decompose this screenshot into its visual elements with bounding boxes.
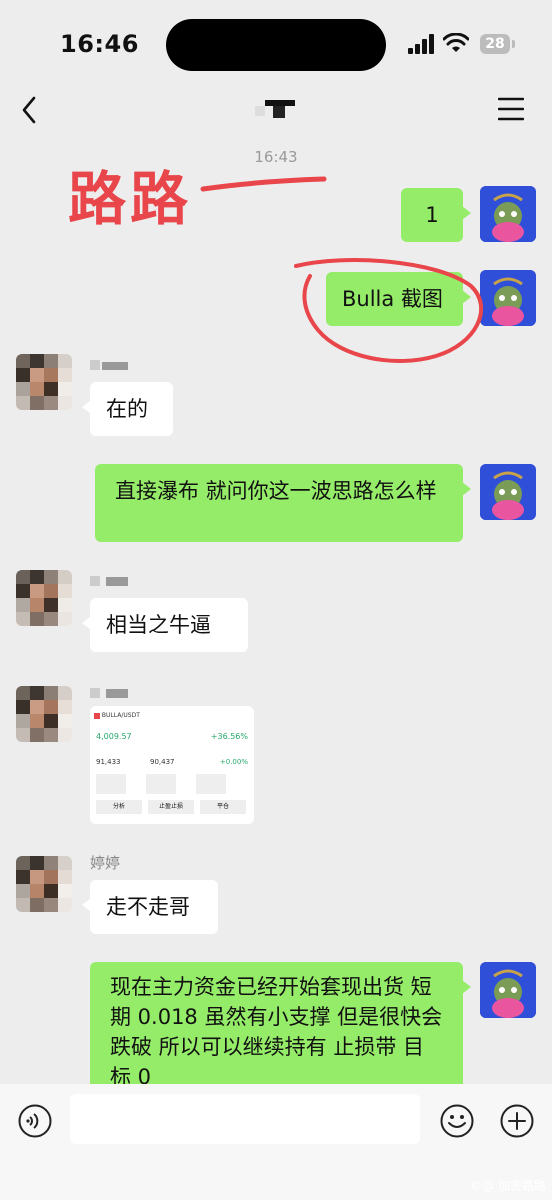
wifi-icon xyxy=(443,33,469,52)
message-bubble-other[interactable]: 走不走哥 xyxy=(82,880,218,934)
watermark: ©@ 加密路路 xyxy=(470,1179,546,1193)
image-card-pair: BULLA/USDT xyxy=(101,712,140,719)
sender-name-mosaic xyxy=(90,576,128,586)
message-text: 相当之牛逼 xyxy=(106,613,211,637)
chat-title-mosaic xyxy=(255,100,295,118)
chevron-left-icon[interactable] xyxy=(18,94,40,126)
sender-name: 婷婷 xyxy=(90,854,121,872)
frog-avatar-icon xyxy=(480,186,536,242)
message-text: 直接瀑布 就问你这一波思路怎么样 xyxy=(115,479,437,503)
image-card-button: 止盈止损 xyxy=(148,800,194,814)
nav-bar xyxy=(0,88,552,128)
contact-avatar[interactable] xyxy=(16,686,72,742)
emoji-icon[interactable] xyxy=(440,1104,474,1138)
frog-avatar-icon xyxy=(480,464,536,520)
image-card-cell: 90,437 xyxy=(150,758,175,766)
my-avatar[interactable] xyxy=(480,186,536,242)
image-card-value: 4,009.57 xyxy=(96,732,132,741)
message-text: 在的 xyxy=(106,397,148,421)
sender-name-mosaic xyxy=(90,360,128,370)
sender-name-mosaic xyxy=(90,688,128,698)
image-card-cell: +0.00% xyxy=(219,758,248,766)
image-card-button: 分析 xyxy=(96,800,142,814)
contact-avatar[interactable] xyxy=(16,354,72,410)
image-card-rows xyxy=(96,774,246,794)
plus-icon[interactable] xyxy=(500,1104,534,1138)
battery-tip xyxy=(512,40,515,48)
annotation-text: 路路 xyxy=(68,165,193,233)
contact-avatar[interactable] xyxy=(16,570,72,626)
battery-icon: 28 xyxy=(480,34,510,54)
message-text: 1 xyxy=(425,203,439,227)
image-card-button: 平仓 xyxy=(200,800,246,814)
image-card-pnl: +36.56% xyxy=(210,732,248,741)
message-text: 现在主力资金已经开始套现出货 短期 0.018 虽然有小支撑 但是很快会跌破 所… xyxy=(110,975,443,1089)
message-bubble-me[interactable]: 直接瀑布 就问你这一波思路怎么样 xyxy=(95,464,471,542)
frog-avatar-icon xyxy=(480,962,536,1018)
message-input[interactable] xyxy=(70,1094,420,1144)
annotation-circle xyxy=(294,258,484,363)
status-time: 16:46 xyxy=(60,30,139,58)
message-text: 走不走哥 xyxy=(106,895,190,919)
annotation-stroke xyxy=(200,176,327,192)
message-bubble-me[interactable]: 现在主力资金已经开始套现出货 短期 0.018 虽然有小支撑 但是很快会跌破 所… xyxy=(90,962,471,1102)
image-card-header: BULLA/USDT xyxy=(94,712,140,719)
message-bubble-me[interactable]: 1 xyxy=(401,188,471,242)
my-avatar[interactable] xyxy=(480,464,536,520)
cellular-signal-icon xyxy=(408,34,434,54)
input-bar: ©@ 加密路路 xyxy=(0,1084,552,1200)
message-bubble-other[interactable]: 在的 xyxy=(82,382,173,436)
contact-avatar[interactable] xyxy=(16,856,72,912)
menu-icon[interactable] xyxy=(498,96,524,122)
message-bubble-other[interactable]: 相当之牛逼 xyxy=(82,598,248,652)
voice-icon[interactable] xyxy=(18,1104,52,1138)
status-bar: 16:46 28 xyxy=(0,0,552,88)
image-card-cell: 91,433 xyxy=(96,758,121,766)
message-image[interactable]: BULLA/USDT 4,009.57 +36.56% 91,433 90,43… xyxy=(90,706,254,824)
my-avatar[interactable] xyxy=(480,962,536,1018)
dynamic-island xyxy=(166,19,386,71)
